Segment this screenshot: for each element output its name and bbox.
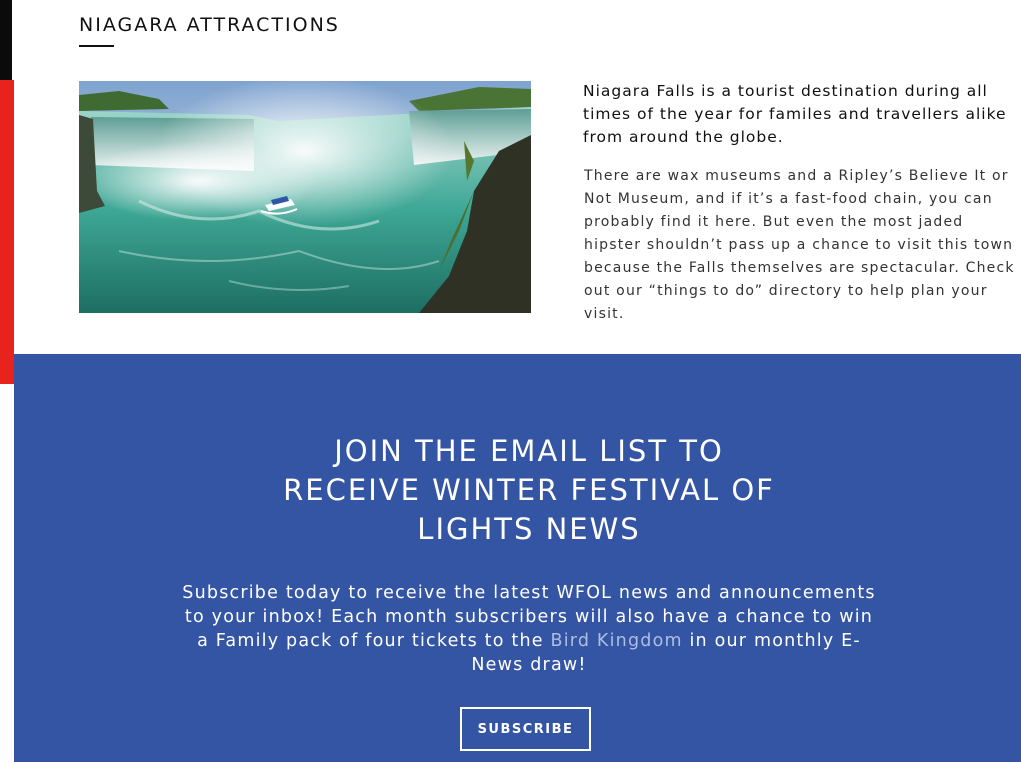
signup-heading-line: RECEIVE WINTER FESTIVAL OF [283,473,775,507]
description-line: out our “things to do” directory to help… [584,283,988,299]
bird-kingdom-link[interactable]: Bird Kingdom [551,631,683,651]
intro-line: times of the year for familes and travel… [583,105,1007,123]
email-signup-section: JOIN THE EMAIL LIST TO RECEIVE WINTER FE… [14,354,1021,762]
signup-text-before-link: a Family pack of four tickets to the [197,631,551,651]
left-edge-red-bar [0,80,14,384]
left-edge-black-bar [0,0,12,80]
niagara-falls-photo [79,81,531,313]
description-line: There are wax museums and a Ripley’s Bel… [584,168,1009,184]
subscribe-button[interactable]: SUBSCRIBE [460,707,591,751]
section-title: NIAGARA ATTRACTIONS [79,14,340,36]
description-line: hipster shouldn’t pass up a chance to vi… [584,237,1014,253]
description-line: Not Museum, and if it’s a fast-food chai… [584,191,993,207]
title-underline [79,45,114,47]
intro-line: Niagara Falls is a tourist destination d… [583,82,988,100]
description-line: visit. [584,306,625,322]
intro-paragraph: Niagara Falls is a tourist destination d… [583,80,1021,149]
signup-heading-line: LIGHTS NEWS [417,512,641,546]
signup-description: Subscribe today to receive the latest WF… [14,581,1021,677]
signup-description-line: Subscribe today to receive the latest WF… [182,583,876,603]
signup-description-line: a Family pack of four tickets to the Bir… [14,629,1021,653]
page: NIAGARA ATTRACTIONS Niagara Falls is a t… [0,0,1021,762]
signup-text-after-link: in our monthly E- [682,631,861,651]
description-paragraph: There are wax museums and a Ripley’s Bel… [584,165,1021,326]
intro-line: from around the globe. [583,128,784,146]
description-line: probably find it here. But even the most… [584,214,964,230]
signup-heading: JOIN THE EMAIL LIST TO RECEIVE WINTER FE… [14,432,1021,549]
signup-description-line: to your inbox! Each month subscribers wi… [184,607,874,627]
signup-heading-line: JOIN THE EMAIL LIST TO [334,434,724,468]
description-line: because the Falls themselves are spectac… [584,260,1015,276]
signup-description-line: News draw! [471,655,587,675]
